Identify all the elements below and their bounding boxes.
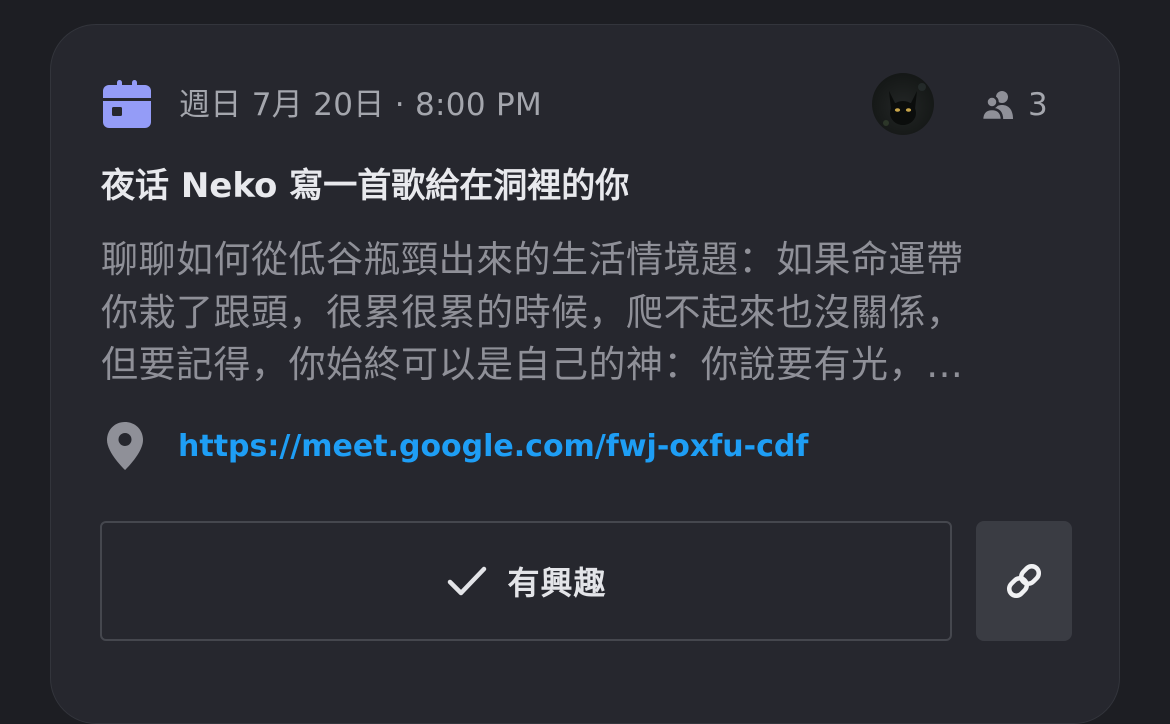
event-title: 夜话 Neko 寫一首歌給在洞裡的你 [101,166,630,206]
description-line: 聊聊如何從低谷瓶頸出來的生活情境題：如果命運帶 [101,238,964,281]
interested-button[interactable]: 有興趣 [100,521,952,641]
location-pin-icon [107,422,143,470]
people-icon [981,91,1013,121]
interested-button-label: 有興趣 [507,564,607,602]
location-link[interactable]: https://meet.google.com/fwj-oxfu-cdf [178,425,808,469]
calendar-icon [103,80,151,128]
link-icon [1006,563,1042,599]
cat-avatar-image [883,83,926,126]
event-card[interactable]: 週日 7月 20日 · 8:00 PM 3 夜话 Neko 寫一首歌給在洞裡的你… [50,24,1120,724]
check-icon [448,566,487,596]
interested-count: 3 [1028,87,1048,123]
host-avatar[interactable] [872,73,934,135]
description-line: 你栽了跟頭，很累很累的時候，爬不起來也沒關係， [101,290,964,334]
description-line: 但要記得，你始終可以是自己的神：你說要有光，… [101,343,964,386]
event-description: 聊聊如何從低谷瓶頸出來的生活情境題：如果命運帶 你栽了跟頭，很累很累的時候，爬不… [101,234,1081,392]
event-date-time: 週日 7月 20日 · 8:00 PM [179,87,543,123]
copy-link-button[interactable] [976,521,1072,641]
